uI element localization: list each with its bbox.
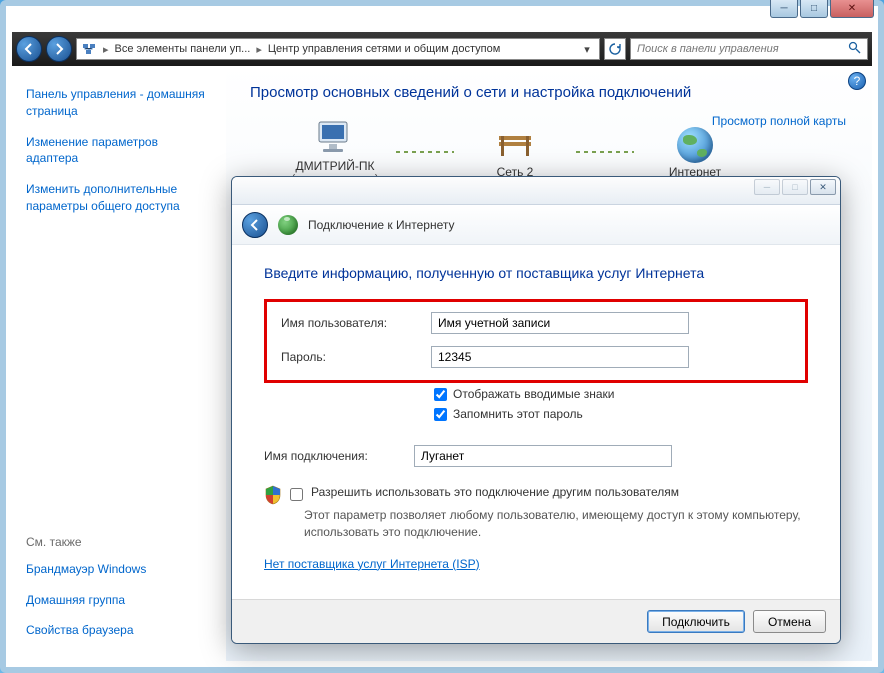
password-label: Пароль:: [281, 350, 431, 364]
breadcrumb-sep-icon: ▸: [256, 43, 262, 56]
connection-name-input[interactable]: [414, 445, 672, 467]
search-icon: [848, 41, 861, 57]
username-label: Имя пользователя:: [281, 316, 431, 330]
nav-back-button[interactable]: [16, 36, 42, 62]
breadcrumb-item[interactable]: Все элементы панели уп...: [115, 43, 251, 55]
address-bar: ▸ Все элементы панели уп... ▸ Центр упра…: [12, 32, 872, 66]
breadcrumb-item[interactable]: Центр управления сетями и общим доступом: [268, 43, 500, 55]
dialog-title: Подключение к Интернету: [308, 218, 455, 232]
sidebar: Панель управления - домашняя страница Из…: [12, 66, 226, 661]
username-input[interactable]: [431, 312, 689, 334]
bench-icon: [491, 125, 539, 165]
cancel-button[interactable]: Отмена: [753, 610, 826, 633]
refresh-button[interactable]: [604, 38, 626, 60]
show-chars-checkbox[interactable]: [434, 388, 447, 401]
sidebar-link-homegroup[interactable]: Домашняя группа: [26, 592, 212, 609]
show-chars-label: Отображать вводимые знаки: [453, 387, 614, 401]
window-minimize-button[interactable]: ─: [770, 0, 798, 18]
full-map-link[interactable]: Просмотр полной карты: [712, 114, 846, 128]
network-center-icon: [81, 41, 97, 57]
dialog-close-button[interactable]: ✕: [810, 179, 836, 195]
help-button[interactable]: ?: [848, 72, 866, 90]
node-label: ДМИТРИЙ-ПК: [296, 159, 375, 173]
dialog-header: Подключение к Интернету: [232, 205, 840, 245]
internet-globe-icon: [278, 215, 298, 235]
sidebar-link-home[interactable]: Панель управления - домашняя страница: [26, 86, 212, 120]
uac-shield-icon: [264, 485, 282, 505]
search-input[interactable]: [637, 43, 848, 55]
computer-icon: [311, 119, 359, 159]
remember-password-checkbox[interactable]: [434, 408, 447, 421]
sidebar-link-sharing[interactable]: Изменить дополнительные параметры общего…: [26, 181, 212, 215]
breadcrumb-dropdown-icon[interactable]: ▾: [579, 43, 595, 56]
dialog-maximize-button: □: [782, 179, 808, 195]
search-field[interactable]: [630, 38, 868, 60]
globe-icon: [671, 125, 719, 165]
sidebar-link-browser[interactable]: Свойства браузера: [26, 622, 212, 639]
sidebar-link-adapter[interactable]: Изменение параметров адаптера: [26, 134, 212, 168]
connect-button[interactable]: Подключить: [647, 610, 745, 633]
network-node-local: Сеть 2: [460, 125, 570, 179]
connection-name-label: Имя подключения:: [264, 449, 414, 463]
highlight-box: Имя пользователя: Пароль:: [264, 299, 808, 383]
page-title: Просмотр основных сведений о сети и наст…: [250, 84, 848, 101]
allow-others-label: Разрешить использовать это подключение д…: [311, 485, 679, 499]
dialog-minimize-button: ─: [754, 179, 780, 195]
allow-others-checkbox[interactable]: [290, 488, 303, 501]
see-also-heading: См. также: [26, 535, 212, 549]
dialog-titlebar: ─ □ ✕: [232, 177, 840, 205]
nav-forward-button[interactable]: [46, 36, 72, 62]
allow-others-description: Этот параметр позволяет любому пользоват…: [304, 507, 808, 541]
dialog-back-button[interactable]: [242, 212, 268, 238]
remember-password-label: Запомнить этот пароль: [453, 407, 583, 421]
password-input[interactable]: [431, 346, 689, 368]
window-close-button[interactable]: ✕: [830, 0, 874, 18]
network-connection-line: [396, 151, 454, 153]
window-maximize-button[interactable]: □: [800, 0, 828, 18]
breadcrumb-field[interactable]: ▸ Все элементы панели уп... ▸ Центр упра…: [76, 38, 600, 60]
sidebar-link-firewall[interactable]: Брандмауэр Windows: [26, 561, 212, 578]
network-node-internet: Интернет: [640, 125, 750, 179]
network-connection-line: [576, 151, 634, 153]
dialog-heading: Введите информацию, полученную от постав…: [264, 265, 808, 281]
no-isp-link[interactable]: Нет поставщика услуг Интернета (ISP): [264, 557, 480, 571]
dialog-footer: Подключить Отмена: [232, 599, 840, 643]
breadcrumb-sep-icon: ▸: [103, 43, 109, 56]
internet-connection-dialog: ─ □ ✕ Подключение к Интернету Введите ин…: [231, 176, 841, 644]
